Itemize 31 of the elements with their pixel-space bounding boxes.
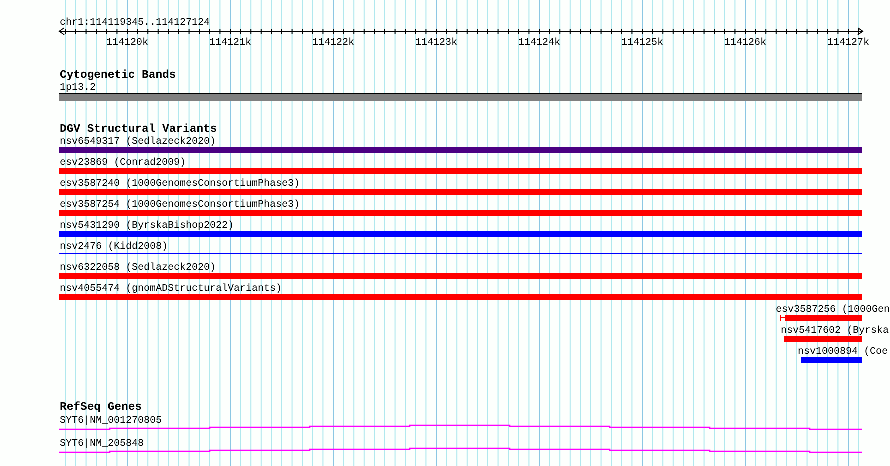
tick-label: 114122k	[312, 38, 354, 49]
cytoband-bar[interactable]	[60, 93, 862, 101]
variant-bar[interactable]	[780, 315, 862, 321]
feature-label[interactable]: esv23869 (Conrad2009)	[60, 158, 186, 169]
feature-label[interactable]: SYT6|NM_205848	[60, 439, 144, 450]
track-title: Cytogenetic Bands	[60, 70, 176, 82]
feature-label[interactable]: nsv6322058 (Sedlazeck2020)	[60, 263, 216, 274]
feature-label[interactable]: nsv5417602 (Byrska	[781, 326, 890, 337]
tick-label: 114124k	[518, 38, 560, 49]
tick-label: 114123k	[416, 38, 458, 49]
gene-line[interactable]	[60, 448, 862, 454]
feature-label[interactable]: SYT6|NM_001270805	[60, 416, 162, 427]
variant-line[interactable]	[60, 253, 862, 254]
feature-label[interactable]: 1p13.2	[60, 83, 96, 94]
tick-label: 114126k	[724, 38, 766, 49]
tick-label: 114121k	[210, 38, 252, 49]
track-title: DGV Structural Variants	[60, 124, 218, 136]
feature-label[interactable]: nsv4055474 (gnomADStructuralVariants)	[60, 284, 282, 295]
track-title: RefSeq Genes	[60, 402, 142, 414]
feature-label[interactable]: esv3587256 (1000Gen	[776, 305, 890, 316]
tick-label: 114125k	[622, 38, 664, 49]
tick-label: 114120k	[106, 38, 148, 49]
gene-line[interactable]	[60, 424, 862, 430]
feature-label[interactable]: esv3587254 (1000GenomesConsortiumPhase3)	[60, 200, 300, 211]
feature-label[interactable]: nsv1000894 (Coe	[798, 347, 888, 358]
feature-label[interactable]: nsv6549317 (Sedlazeck2020)	[60, 137, 216, 148]
location-label: chr1:114119345..114127124	[60, 18, 210, 29]
feature-label[interactable]: nsv2476 (Kidd2008)	[60, 242, 168, 253]
feature-label[interactable]: nsv5431290 (ByrskaBishop2022)	[60, 221, 234, 232]
feature-label[interactable]: esv3587240 (1000GenomesConsortiumPhase3)	[60, 179, 300, 190]
tick-label: 114127k	[828, 38, 870, 49]
